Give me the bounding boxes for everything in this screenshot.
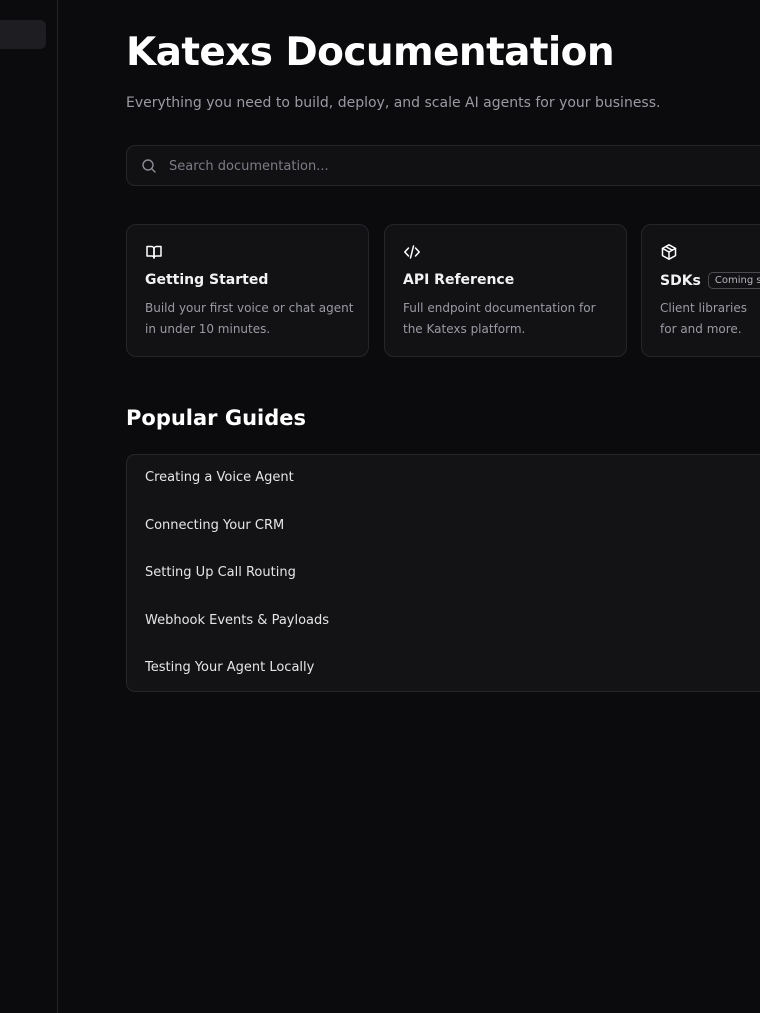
sidebar [0,0,58,1013]
guide-link[interactable]: Connecting Your CRM [127,502,760,549]
docs-page: Katexs Documentation Everything you need… [0,0,760,1013]
guide-link[interactable]: Creating a Voice Agent [127,455,760,502]
sidebar-item-active[interactable] [0,20,46,49]
page-title: Katexs Documentation [126,30,615,75]
card-api-reference[interactable]: API Reference Full endpoint documentatio… [384,224,627,357]
quick-links: Getting Started Build your first voice o… [126,224,760,357]
card-description: Client libraries for and more. [660,301,748,336]
card-title: API Reference [403,272,515,288]
card-title: Getting Started [145,272,269,288]
popular-guides-title: Popular Guides [126,406,306,430]
search-bar[interactable] [126,145,760,187]
popular-guides-list: Creating a Voice Agent Connecting Your C… [126,454,760,692]
card-sdks[interactable]: SDKs Coming soo Client libraries for and… [641,224,760,357]
card-title: SDKs [660,272,701,289]
guide-link[interactable]: Setting Up Call Routing [127,549,760,596]
coming-soon-badge: Coming soo [707,272,760,289]
code-icon [404,245,420,259]
card-description: Build your first voice or chat agent in … [145,301,354,336]
card-title-row: SDKs Coming soo [660,272,760,289]
card-getting-started[interactable]: Getting Started Build your first voice o… [126,224,369,357]
guide-link[interactable]: Testing Your Agent Locally [127,644,760,691]
page-subtitle: Everything you need to build, deploy, an… [126,95,661,111]
book-icon [146,245,162,259]
card-title-row: Getting Started [145,272,268,288]
card-description: Full endpoint documentation for the Kate… [403,301,596,336]
guide-link[interactable]: Webhook Events & Payloads [127,597,760,644]
card-title-row: API Reference [403,272,514,288]
search-input[interactable] [167,146,760,187]
search-icon [142,159,156,173]
package-icon [661,244,677,260]
